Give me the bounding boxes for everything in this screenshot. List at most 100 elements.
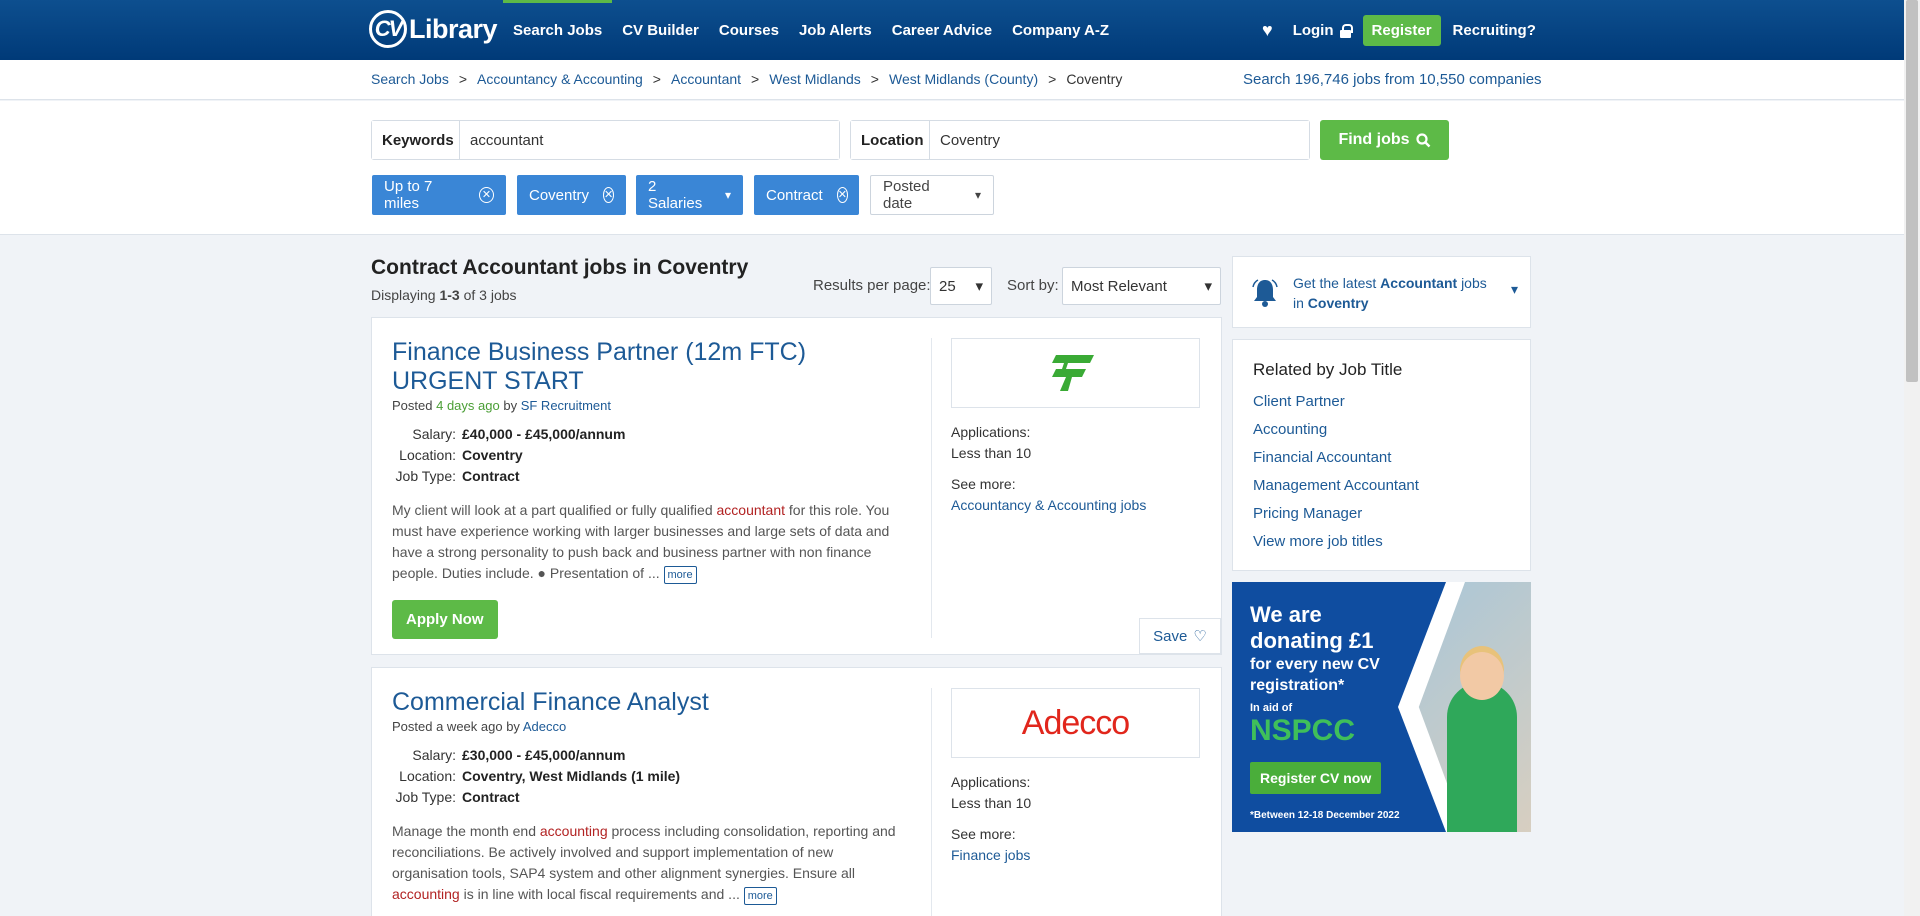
x-circle-icon[interactable]: ✕ bbox=[479, 187, 494, 203]
results-count-suffix: of 3 jobs bbox=[463, 287, 517, 303]
sort-select[interactable]: Most Relevant ▾ bbox=[1062, 267, 1221, 305]
nspcc-ad-banner[interactable]: We are donating £1 for every new CV regi… bbox=[1232, 582, 1531, 832]
filter-chip-type[interactable]: Contract ✕ bbox=[754, 175, 859, 215]
related-link[interactable]: Financial Accountant bbox=[1253, 449, 1391, 466]
chevron-down-icon[interactable]: ▾ bbox=[1511, 281, 1518, 298]
location-field: Location bbox=[850, 120, 1310, 160]
list-item: Financial Accountant bbox=[1253, 444, 1530, 472]
list-item: Accounting bbox=[1253, 416, 1530, 444]
sort-label: Sort by: bbox=[1007, 277, 1059, 294]
related-link[interactable]: Management Accountant bbox=[1253, 477, 1419, 494]
save-job-button[interactable]: Save ♡ bbox=[1139, 618, 1221, 654]
company-link[interactable]: Adecco bbox=[523, 719, 566, 734]
filter-distance-label: Up to 7 miles bbox=[384, 178, 433, 212]
heart-icon[interactable]: ♥ bbox=[1262, 20, 1273, 41]
crumb-west-midlands[interactable]: West Midlands bbox=[769, 71, 861, 87]
stats-jobs-link[interactable]: 196,746 jobs bbox=[1295, 71, 1381, 88]
x-circle-icon[interactable]: ✕ bbox=[836, 187, 848, 203]
register-button[interactable]: Register bbox=[1362, 14, 1441, 46]
job-main: Finance Business Partner (12m FTC) URGEN… bbox=[392, 338, 902, 639]
scrollbar-thumb[interactable] bbox=[1906, 0, 1918, 382]
related-link[interactable]: Client Partner bbox=[1253, 393, 1345, 410]
crumb-separator: > bbox=[751, 71, 760, 87]
location-value: Coventry, West Midlands (1 mile) bbox=[462, 767, 681, 784]
find-jobs-label: Find jobs bbox=[1338, 131, 1410, 148]
job-alert-box[interactable]: Get the latest Accountant jobs in Covent… bbox=[1232, 256, 1531, 328]
salary-value: £30,000 - £45,000/annum bbox=[462, 746, 626, 763]
login-label: Login bbox=[1292, 21, 1334, 39]
filter-chip-location[interactable]: Coventry ✕ bbox=[517, 175, 626, 215]
chevron-down-icon: ▾ bbox=[1204, 278, 1212, 295]
more-button[interactable]: more bbox=[743, 887, 777, 905]
crumb-west-midlands-county[interactable]: West Midlands (County) bbox=[889, 71, 1038, 87]
filter-chip-distance[interactable]: Up to 7 miles ✕ bbox=[372, 175, 506, 215]
site-stats: Search 196,746 jobs from 10,550 companie… bbox=[1243, 71, 1542, 88]
per-page-select[interactable]: 25 ▾ bbox=[930, 267, 992, 305]
posted-when: 4 days ago bbox=[436, 398, 500, 413]
filter-type-label: Contract bbox=[766, 186, 823, 204]
job-description: My client will look at a part qualified … bbox=[392, 500, 902, 584]
per-page-label: Results per page: bbox=[813, 277, 931, 294]
applications: Applications: Less than 10 bbox=[951, 772, 1201, 814]
job-type-label: Job Type: bbox=[395, 467, 456, 484]
recruiting-link[interactable]: Recruiting? bbox=[1453, 22, 1536, 39]
ad-register-button[interactable]: Register CV now bbox=[1250, 762, 1382, 794]
desc-text: My client will look at a part qualified … bbox=[392, 502, 717, 518]
job-posted: Posted 4 days ago by SF Recruitment bbox=[392, 398, 902, 413]
posted-by: by bbox=[506, 719, 520, 734]
job-meta: Salary: £40,000 - £45,000/annum Location:… bbox=[392, 423, 902, 486]
ad-footnote: *Between 12-18 December 2022 bbox=[1250, 810, 1400, 821]
related-list: Client Partner Accounting Financial Acco… bbox=[1253, 388, 1530, 556]
company-logo[interactable]: Adecco bbox=[951, 688, 1200, 758]
cv-library-logo[interactable]: CV Library bbox=[369, 9, 498, 49]
ad-child-figure bbox=[1447, 682, 1517, 832]
apply-now-button[interactable]: Apply Now bbox=[392, 600, 498, 639]
job-card: Finance Business Partner (12m FTC) URGEN… bbox=[371, 317, 1222, 655]
filter-location-label: Coventry bbox=[529, 186, 590, 204]
keywords-label: Keywords bbox=[372, 121, 460, 159]
filter-posted-date[interactable]: Posted date ▾ bbox=[870, 175, 994, 215]
crumb-accountant[interactable]: Accountant bbox=[671, 71, 741, 87]
nav-job-alerts[interactable]: Job Alerts bbox=[789, 0, 882, 60]
posted-by: by bbox=[503, 398, 518, 413]
list-item: View more job titles bbox=[1253, 528, 1530, 556]
location-value: Coventry bbox=[462, 446, 523, 463]
x-circle-icon[interactable]: ✕ bbox=[603, 187, 615, 203]
location-input[interactable] bbox=[930, 121, 1309, 159]
nav-courses[interactable]: Courses bbox=[709, 0, 789, 60]
keywords-input[interactable] bbox=[460, 121, 839, 159]
applications-label: Applications: bbox=[951, 774, 1031, 790]
desc-highlight: accounting bbox=[539, 823, 608, 839]
nav-company-az[interactable]: Company A-Z bbox=[1002, 0, 1119, 60]
nav-career-advice[interactable]: Career Advice bbox=[882, 0, 1002, 60]
company-link[interactable]: SF Recruitment bbox=[521, 398, 611, 413]
adecco-logo: Adecco bbox=[1021, 703, 1130, 742]
login-link[interactable]: Login bbox=[1292, 21, 1353, 39]
company-logo[interactable] bbox=[951, 338, 1200, 408]
job-side: Adecco Applications: Less than 10 See mo… bbox=[951, 688, 1201, 866]
desc-highlight: accountant bbox=[716, 502, 786, 518]
more-button[interactable]: more bbox=[663, 566, 697, 584]
related-link[interactable]: Pricing Manager bbox=[1253, 505, 1362, 522]
location-label: Location bbox=[851, 121, 930, 159]
job-type-value: Contract bbox=[462, 788, 520, 805]
list-item: Pricing Manager bbox=[1253, 500, 1530, 528]
stats-companies-link[interactable]: 10,550 companies bbox=[1419, 71, 1542, 88]
job-title-link[interactable]: Finance Business Partner (12m FTC) URGEN… bbox=[392, 338, 806, 395]
job-title-link[interactable]: Commercial Finance Analyst bbox=[392, 688, 709, 716]
filter-chip-salaries[interactable]: 2 Salaries ▾ bbox=[636, 175, 743, 215]
related-link[interactable]: Accounting bbox=[1253, 421, 1327, 438]
view-more-titles-link[interactable]: View more job titles bbox=[1253, 533, 1383, 550]
chevron-down-icon: ▾ bbox=[975, 278, 983, 295]
location-label: Location: bbox=[399, 446, 456, 463]
crumb-accountancy[interactable]: Accountancy & Accounting bbox=[477, 71, 643, 87]
find-jobs-button[interactable]: Find jobs bbox=[1320, 120, 1449, 160]
job-type-label: Job Type: bbox=[395, 788, 456, 805]
crumb-search-jobs[interactable]: Search Jobs bbox=[371, 71, 449, 87]
see-more: See more: Finance jobs bbox=[951, 824, 1201, 866]
see-more-link[interactable]: Accountancy & Accounting jobs bbox=[951, 497, 1146, 513]
nav-cv-builder[interactable]: CV Builder bbox=[612, 0, 709, 60]
see-more-link[interactable]: Finance jobs bbox=[951, 847, 1030, 863]
related-titles-box: Related by Job Title Client Partner Acco… bbox=[1232, 339, 1531, 571]
nav-search-jobs[interactable]: Search Jobs bbox=[503, 0, 612, 60]
